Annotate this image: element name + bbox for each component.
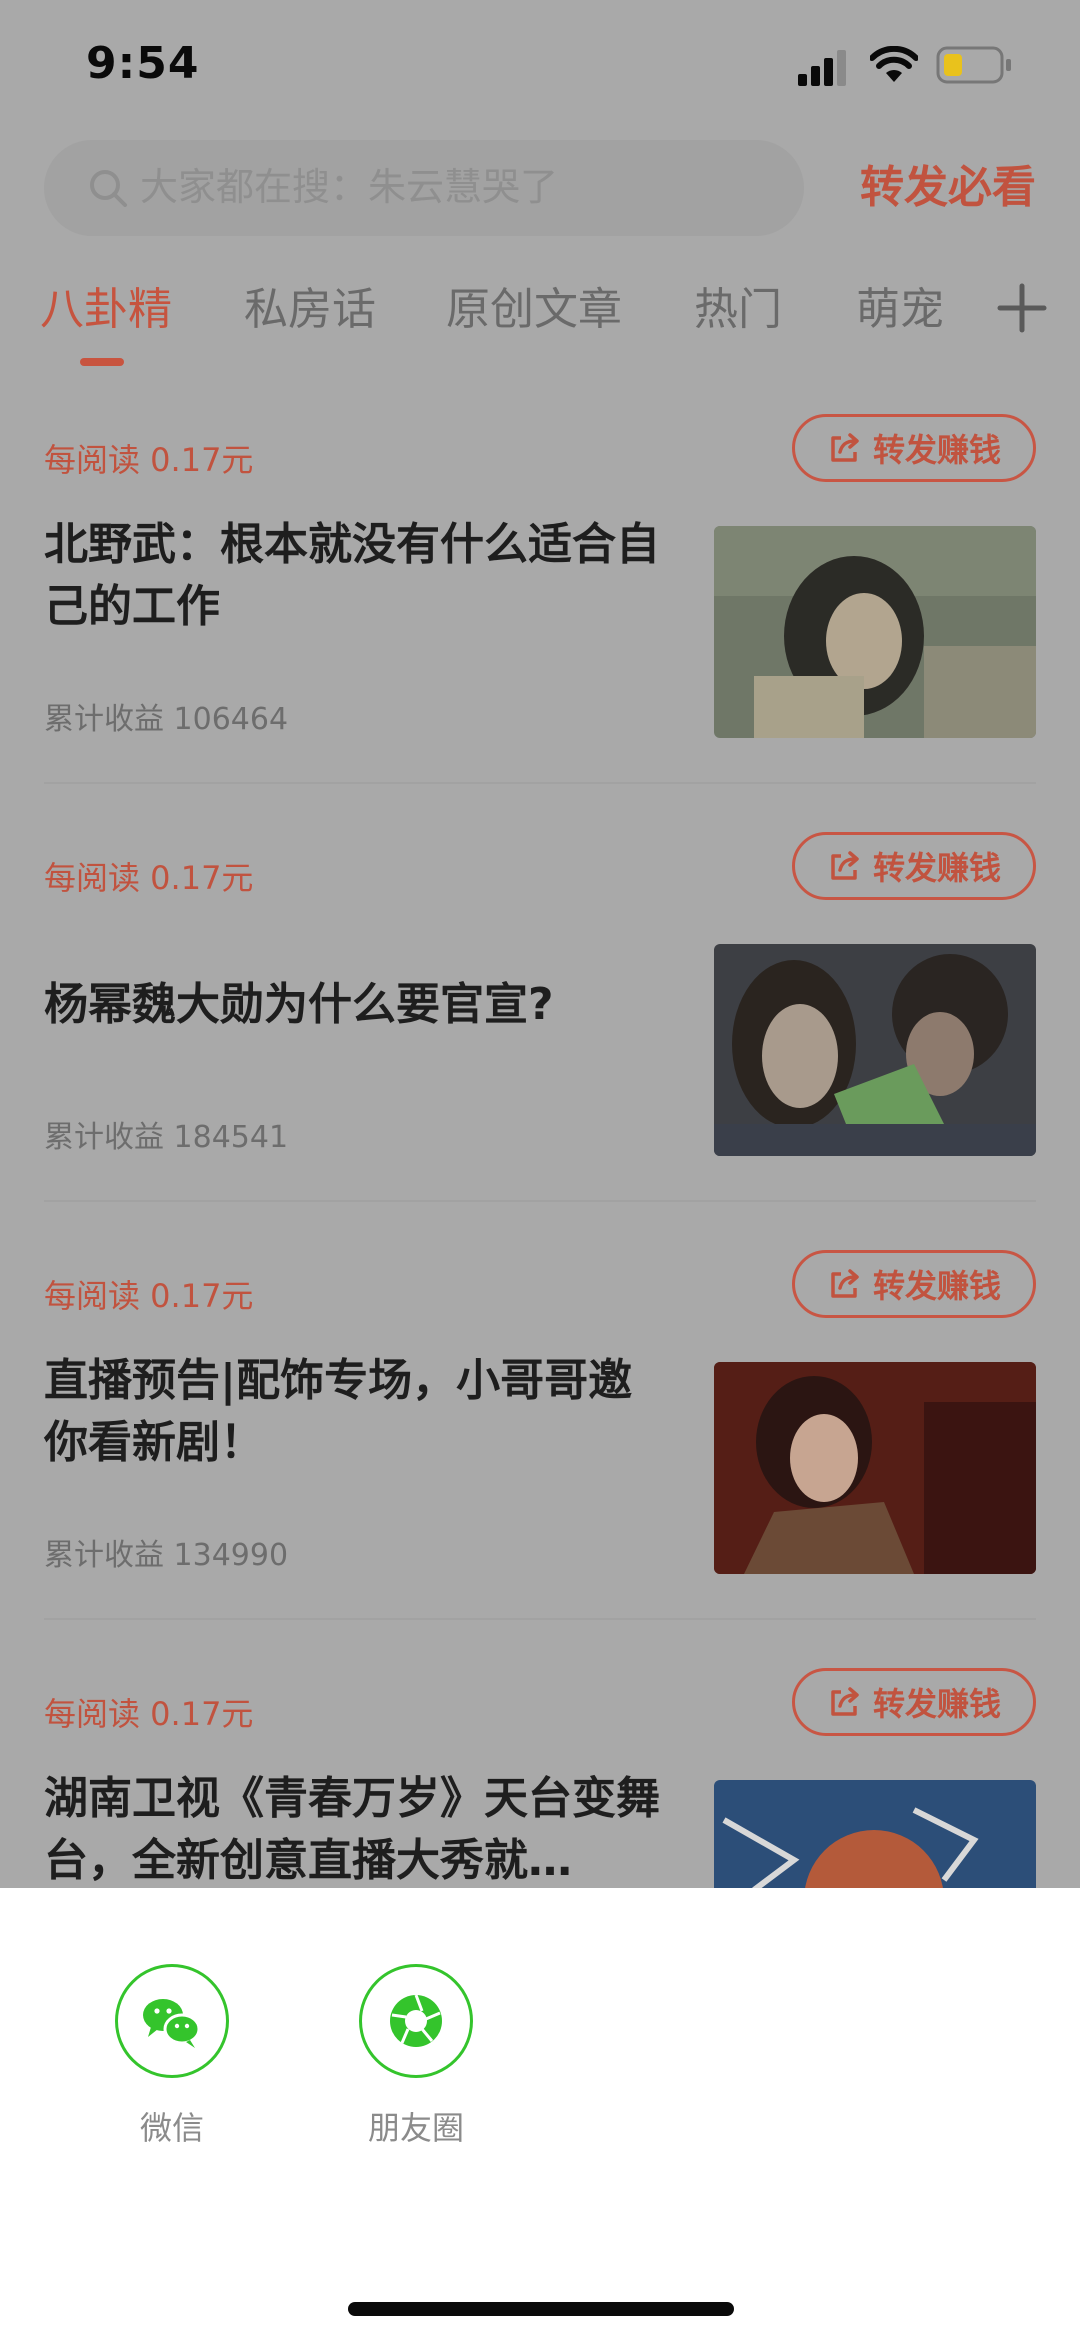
search-placeholder: 大家都在搜：朱云慧哭了 [140,165,559,209]
tab-private-talk[interactable]: 私房话 [244,280,376,340]
active-tab-indicator [80,358,124,366]
card-divider [44,1200,1036,1202]
share-target-label: 朋友圈 [367,2109,464,2147]
status-icons [798,44,1038,88]
article-title[interactable]: 杨幂魏大勋为什么要官宣? [44,974,674,1036]
article-thumbnail[interactable] [714,1362,1036,1574]
article-title[interactable]: 北野武：根本就没有什么适合自己的工作 [44,514,674,638]
total-earnings: 累计收益 106464 [44,702,289,737]
signal-icon [798,50,846,86]
battery-icon [936,46,1011,84]
article-title[interactable]: 湖南卫视《青春万岁》天台变舞台，全新创意直播大秀就… [44,1768,674,1892]
search-icon [90,170,127,207]
moments-icon [359,1964,473,2078]
home-indicator [348,2302,734,2316]
article-title[interactable]: 直播预告|配饰专场，小哥哥邀你看新剧！ [44,1350,674,1474]
share-earn-label: 转发赚钱 [872,849,1001,887]
share-sheet: 微信 朋友圈 [0,1888,1080,2339]
search-row: 大家都在搜：朱云慧哭了 转发必看 [0,140,1080,240]
share-target-label: 微信 [139,2109,204,2147]
per-read-reward: 每阅读 0.17元 [44,859,254,897]
share-earn-label: 转发赚钱 [872,1267,1001,1305]
card-divider [44,1618,1036,1620]
share-earn-button[interactable]: 转发赚钱 [792,832,1036,900]
article-thumbnail[interactable] [714,944,1036,1156]
card-divider [44,782,1036,784]
status-bar: 9:54 [0,0,1080,130]
share-to-wechat[interactable]: 微信 [112,1964,232,2150]
article-card[interactable]: 每阅读 0.17元 转发赚钱 直播预告|配饰专场，小哥哥邀你看新剧！ 累计收益 … [0,1250,1080,1668]
per-read-reward: 每阅读 0.17元 [44,1695,254,1733]
must-share-link[interactable]: 转发必看 [860,158,1036,218]
share-earn-label: 转发赚钱 [872,1685,1001,1723]
wechat-icon [115,1964,229,2078]
share-icon [831,433,859,462]
share-earn-label: 转发赚钱 [872,431,1001,469]
category-tabs: 八卦精 私房话 原创文章 热门 萌宠 [0,270,1080,370]
per-read-reward: 每阅读 0.17元 [44,1277,254,1315]
tab-gossip[interactable]: 八卦精 [40,280,172,340]
share-icon [831,1687,859,1716]
wifi-icon [870,46,918,82]
share-icon [831,1269,859,1298]
tab-pets[interactable]: 萌宠 [856,280,944,340]
share-earn-button[interactable]: 转发赚钱 [792,1250,1036,1318]
total-earnings: 累计收益 134990 [44,1538,289,1573]
tab-original-articles[interactable]: 原创文章 [446,280,622,340]
tab-hot[interactable]: 热门 [694,280,782,340]
share-icon [831,851,859,880]
article-thumbnail[interactable] [714,526,1036,738]
share-earn-button[interactable]: 转发赚钱 [792,1668,1036,1736]
per-read-reward: 每阅读 0.17元 [44,441,254,479]
share-earn-button[interactable]: 转发赚钱 [792,414,1036,482]
search-input[interactable]: 大家都在搜：朱云慧哭了 [44,140,804,236]
total-earnings: 累计收益 184541 [44,1120,289,1155]
article-card[interactable]: 每阅读 0.17元 转发赚钱 北野武：根本就没有什么适合自己的工作 累计收益 1… [0,414,1080,832]
status-time: 9:54 [86,38,200,89]
article-card[interactable]: 每阅读 0.17元 转发赚钱 杨幂魏大勋为什么要官宣? 累计收益 184541 [0,832,1080,1250]
share-to-moments[interactable]: 朋友圈 [356,1964,476,2150]
add-tab-icon[interactable] [996,282,1048,334]
